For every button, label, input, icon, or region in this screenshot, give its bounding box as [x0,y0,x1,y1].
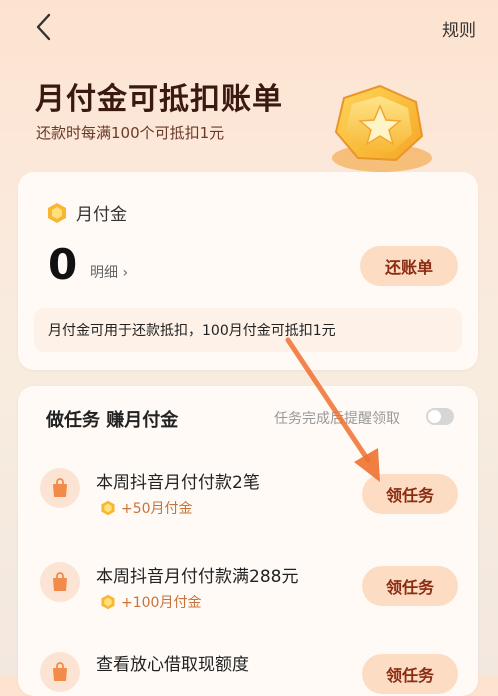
shopping-bag-icon [40,468,80,508]
balance-label: 月付金 [76,205,127,225]
shopping-bag-icon [40,652,80,692]
balance-note: 月付金可用于还款抵扣，100月付金可抵扣1元 [34,308,462,352]
coin-icon [48,202,66,223]
page-title: 月付金可抵扣账单 [35,82,283,117]
back-button[interactable] [34,12,54,42]
balance-amount: 0 [48,240,78,289]
claim-task-button[interactable]: 领任务 [362,566,458,606]
balance-card: 月付金 0 明细 › 还账单 月付金可用于还款抵扣，100月付金可抵扣1元 [18,172,478,370]
detail-link[interactable]: 明细 › [90,262,128,282]
chevron-left-icon [36,13,51,41]
repay-bill-button[interactable]: 还账单 [360,246,458,286]
star-coin-icon [332,84,432,172]
coin-icon [101,500,115,516]
rules-link[interactable]: 规则 [442,16,476,41]
shopping-bag-icon [40,562,80,602]
balance-label-row: 月付金 [46,200,127,225]
coin-icon [101,594,115,610]
remind-label: 任务完成后提醒领取 [274,411,400,427]
remind-toggle[interactable] [426,408,454,425]
tasks-card: 做任务 赚月付金 任务完成后提醒领取 本周抖音月付付款2笔 +50月付金 领任务… [18,386,478,696]
claim-task-button[interactable]: 领任务 [362,654,458,694]
toggle-knob [428,410,441,423]
task-title: 本周抖音月付付款2笔 [96,473,260,493]
task-reward-text: +100月付金 [121,595,202,611]
tasks-title: 做任务 赚月付金 [46,410,179,431]
task-reward-text: +50月付金 [121,501,193,517]
page-subtitle: 还款时每满100个可抵扣1元 [36,124,225,142]
task-reward: +50月付金 [100,498,193,518]
task-title: 查看放心借取现额度 [96,655,249,675]
task-title: 本周抖音月付付款满288元 [96,567,299,587]
task-reward: +100月付金 [100,592,201,612]
claim-task-button[interactable]: 领任务 [362,474,458,514]
